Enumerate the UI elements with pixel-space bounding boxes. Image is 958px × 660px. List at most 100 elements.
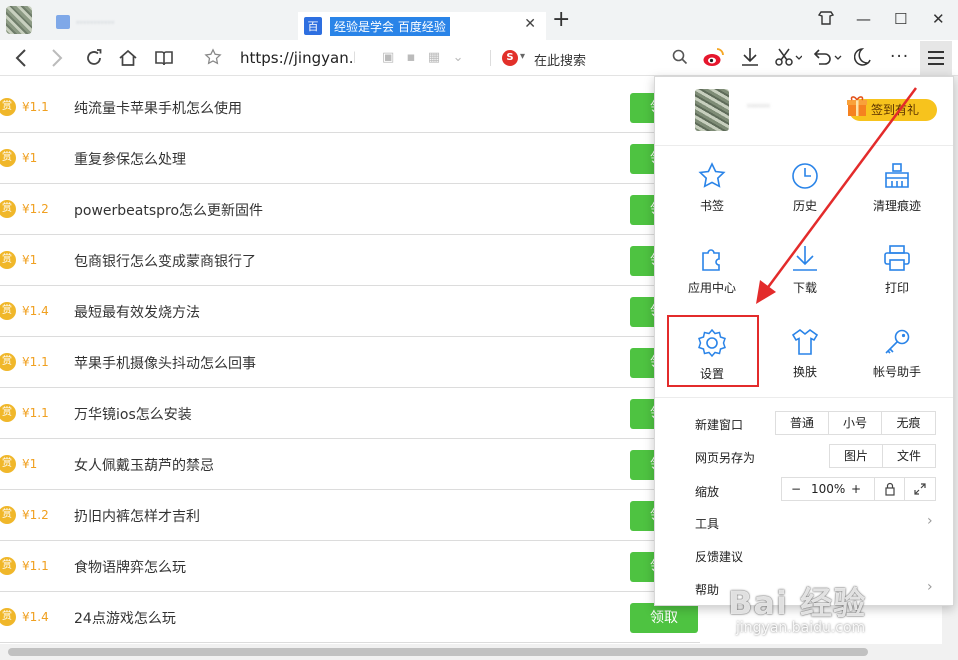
new-tab-button[interactable]: +: [552, 9, 570, 31]
main-menu-button[interactable]: [920, 41, 952, 75]
item-title[interactable]: 最短最有效发烧方法: [74, 302, 200, 322]
reward-coin-icon: 赏: [0, 251, 16, 269]
minimize-button[interactable]: —: [856, 10, 871, 28]
task-list: 赏¥1.1纯流量卡苹果手机怎么使用领取赏¥1重复参保怎么处理领取赏¥1.2pow…: [0, 82, 700, 643]
user-avatar[interactable]: [695, 89, 729, 131]
download-icon: [765, 243, 845, 273]
list-item[interactable]: 赏 ¥1.4 24点游戏怎么玩 领取: [0, 592, 700, 643]
list-item[interactable]: 赏¥1.1食物语牌弈怎么玩领取: [0, 541, 700, 592]
item-title[interactable]: 女人佩戴玉葫芦的禁忌: [74, 455, 214, 475]
wardrobe-icon[interactable]: [817, 10, 835, 30]
item-title[interactable]: 纯流量卡苹果手机怎么使用: [74, 98, 242, 118]
reward-coin-icon: 赏: [0, 353, 16, 371]
save-as-image-button[interactable]: 图片: [829, 444, 883, 468]
home-icon[interactable]: [118, 48, 138, 73]
tab-active[interactable]: 百 经验是学会 百度经验 ✕: [298, 12, 546, 40]
tab-strip: ··········· 百 经验是学会 百度经验 ✕ + — ☐ ✕: [0, 0, 958, 40]
address-bar-icons[interactable]: ▣ ▪ ▦ ⌄: [382, 50, 463, 65]
list-item[interactable]: 赏¥1包商银行怎么变成蒙商银行了领取: [0, 235, 700, 286]
menu-item-clock[interactable]: 历史: [765, 161, 845, 231]
reward-amount: ¥1.1: [22, 355, 49, 369]
feedback-menu-item[interactable]: 反馈建议: [695, 548, 743, 565]
new-window-normal-button[interactable]: 普通: [775, 411, 829, 435]
item-title[interactable]: 包商银行怎么变成蒙商银行了: [74, 251, 256, 271]
menu-item-puzzle[interactable]: 应用中心: [672, 243, 752, 313]
save-as-label: 网页另存为: [695, 451, 756, 465]
profile-avatar[interactable]: [6, 6, 32, 34]
tab-close-icon[interactable]: ✕: [524, 16, 536, 32]
search-icon[interactable]: [672, 49, 688, 70]
item-title[interactable]: 食物语牌弈怎么玩: [74, 557, 186, 577]
horizontal-scroll-thumb[interactable]: [8, 648, 868, 656]
screenshot-scissors-icon[interactable]: [774, 46, 803, 74]
list-item[interactable]: 赏¥1女人佩戴玉葫芦的禁忌领取: [0, 439, 700, 490]
reward-amount: ¥1: [22, 457, 38, 471]
list-item[interactable]: 赏¥1.1万华镜ios怎么安装领取: [0, 388, 700, 439]
reward-amount: ¥1.1: [22, 406, 49, 420]
reward-coin-icon: 赏: [0, 455, 16, 473]
zoom-out-button[interactable]: −: [791, 482, 801, 496]
broom-icon: [857, 161, 937, 191]
watermark-url: jingyan.baidu.com: [736, 620, 866, 636]
list-item[interactable]: 赏¥1.1纯流量卡苹果手机怎么使用领取: [0, 82, 700, 133]
undo-close-icon[interactable]: [812, 46, 842, 74]
menu-item-star[interactable]: 书签: [672, 161, 752, 231]
tools-menu-item[interactable]: 工具: [695, 515, 719, 532]
save-as-file-button[interactable]: 文件: [882, 444, 936, 468]
menu-item-printer[interactable]: 打印: [857, 243, 937, 313]
item-title[interactable]: powerbeatspro怎么更新固件: [74, 200, 263, 220]
list-item[interactable]: 赏¥1.2powerbeatspro怎么更新固件领取: [0, 184, 700, 235]
hamburger-line: [928, 57, 944, 59]
item-title[interactable]: 扔旧内裤怎样才吉利: [74, 506, 200, 526]
zoom-lock-button[interactable]: [874, 477, 905, 501]
refresh-icon[interactable]: [84, 48, 104, 73]
address-bar[interactable]: https://jingyan.b: [240, 49, 355, 67]
star-icon: [672, 161, 752, 191]
new-window-incognito-button[interactable]: 无痕: [881, 411, 936, 435]
menu-divider: [655, 397, 953, 398]
zoom-in-button[interactable]: +: [851, 482, 861, 496]
weibo-icon[interactable]: [702, 46, 726, 74]
more-dots-icon[interactable]: ···: [890, 46, 909, 68]
back-icon[interactable]: [14, 48, 28, 73]
night-mode-moon-icon[interactable]: [853, 46, 874, 74]
reward-amount: ¥1.4: [22, 610, 49, 624]
reward-coin-icon: 赏: [0, 506, 16, 524]
item-title[interactable]: 24点游戏怎么玩: [74, 608, 176, 628]
tab-inactive[interactable]: ···········: [56, 12, 256, 32]
favorite-star-icon[interactable]: [204, 48, 222, 71]
list-item[interactable]: 赏¥1重复参保怎么处理领取: [0, 133, 700, 184]
search-input[interactable]: 在此搜索: [534, 50, 586, 69]
claim-button[interactable]: 领取: [630, 603, 698, 633]
list-item[interactable]: 赏¥1.4最短最有效发烧方法领取: [0, 286, 700, 337]
zoom-value: 100%: [811, 482, 846, 496]
reward-amount: ¥1: [22, 151, 38, 165]
sogou-search-icon[interactable]: S: [502, 50, 518, 66]
list-item[interactable]: 赏¥1.1苹果手机摄像头抖动怎么回事领取: [0, 337, 700, 388]
menu-item-download[interactable]: 下载: [765, 243, 845, 313]
clock-icon: [765, 161, 845, 191]
reward-amount: ¥1: [22, 253, 38, 267]
fullscreen-button[interactable]: [904, 477, 936, 501]
maximize-button[interactable]: ☐: [894, 10, 907, 28]
reward-amount: ¥1.1: [22, 100, 49, 114]
menu-item-broom[interactable]: 清理痕迹: [857, 161, 937, 231]
help-menu-item[interactable]: 帮助: [695, 581, 719, 598]
forward-icon[interactable]: [50, 48, 64, 73]
item-title[interactable]: 重复参保怎么处理: [74, 149, 186, 169]
reader-icon[interactable]: [154, 48, 174, 73]
menu-item-key[interactable]: 帐号助手: [857, 327, 937, 397]
list-item[interactable]: 赏¥1.2扔旧内裤怎样才吉利领取: [0, 490, 700, 541]
menu-item-shirt[interactable]: 换肤: [765, 327, 845, 397]
settings-highlight-box: [667, 315, 759, 387]
menu-item-label: 帐号助手: [872, 365, 921, 379]
item-title[interactable]: 苹果手机摄像头抖动怎么回事: [74, 353, 256, 373]
download-toolbar-icon[interactable]: [740, 46, 760, 74]
item-title[interactable]: 万华镜ios怎么安装: [74, 404, 192, 424]
close-window-button[interactable]: ✕: [932, 10, 945, 28]
search-engine-chevron-icon[interactable]: ▾: [520, 51, 525, 62]
toolbar-divider: [490, 50, 491, 66]
new-window-small-button[interactable]: 小号: [828, 411, 882, 435]
hamburger-line: [928, 63, 944, 65]
new-window-label: 新建窗口: [695, 418, 744, 432]
